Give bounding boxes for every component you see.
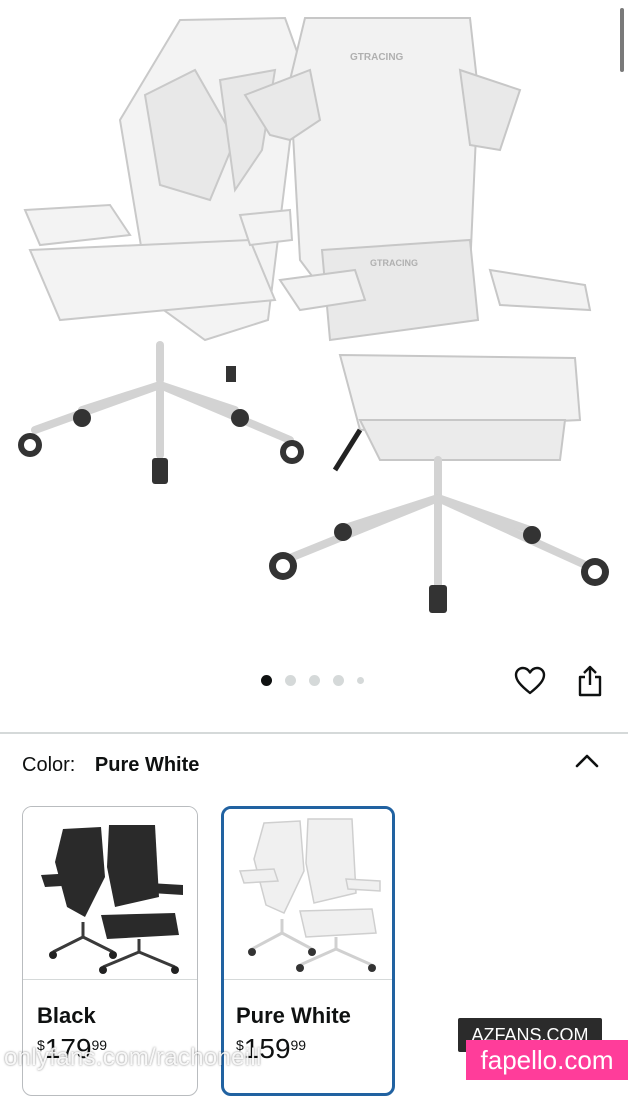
svg-text:GTRACING: GTRACING [370, 258, 418, 268]
carousel-dot[interactable] [261, 675, 272, 686]
swatch-divider [23, 979, 197, 980]
swatch-divider [224, 979, 392, 980]
share-icon [578, 665, 602, 697]
carousel-dot[interactable] [285, 675, 296, 686]
color-option-image [23, 807, 197, 979]
carousel-dot[interactable] [309, 675, 320, 686]
section-divider [0, 732, 628, 734]
chevron-up-icon [575, 754, 599, 768]
price-fraction: 99 [290, 1037, 307, 1053]
collapse-button[interactable] [570, 748, 604, 774]
color-option-name: Black [37, 1003, 96, 1028]
color-option-name: Pure White [236, 1003, 351, 1028]
color-label: Color: [22, 754, 76, 776]
selected-color: Pure White [94, 754, 200, 776]
svg-text:GTRACING: GTRACING [350, 52, 404, 63]
share-button[interactable] [570, 661, 610, 701]
favorite-button[interactable] [510, 661, 550, 701]
product-image[interactable]: GTRACING GTRACING [0, 0, 628, 650]
color-option-image [224, 809, 392, 981]
watermark-pink: fapello.com [466, 1040, 628, 1080]
carousel-dot[interactable] [357, 677, 364, 684]
watermark-text: onlyfans.com/rachoneill [4, 1044, 262, 1071]
color-selector-header: Color: Pure White [22, 754, 199, 777]
heart-icon [514, 666, 546, 695]
carousel-dot[interactable] [333, 675, 344, 686]
